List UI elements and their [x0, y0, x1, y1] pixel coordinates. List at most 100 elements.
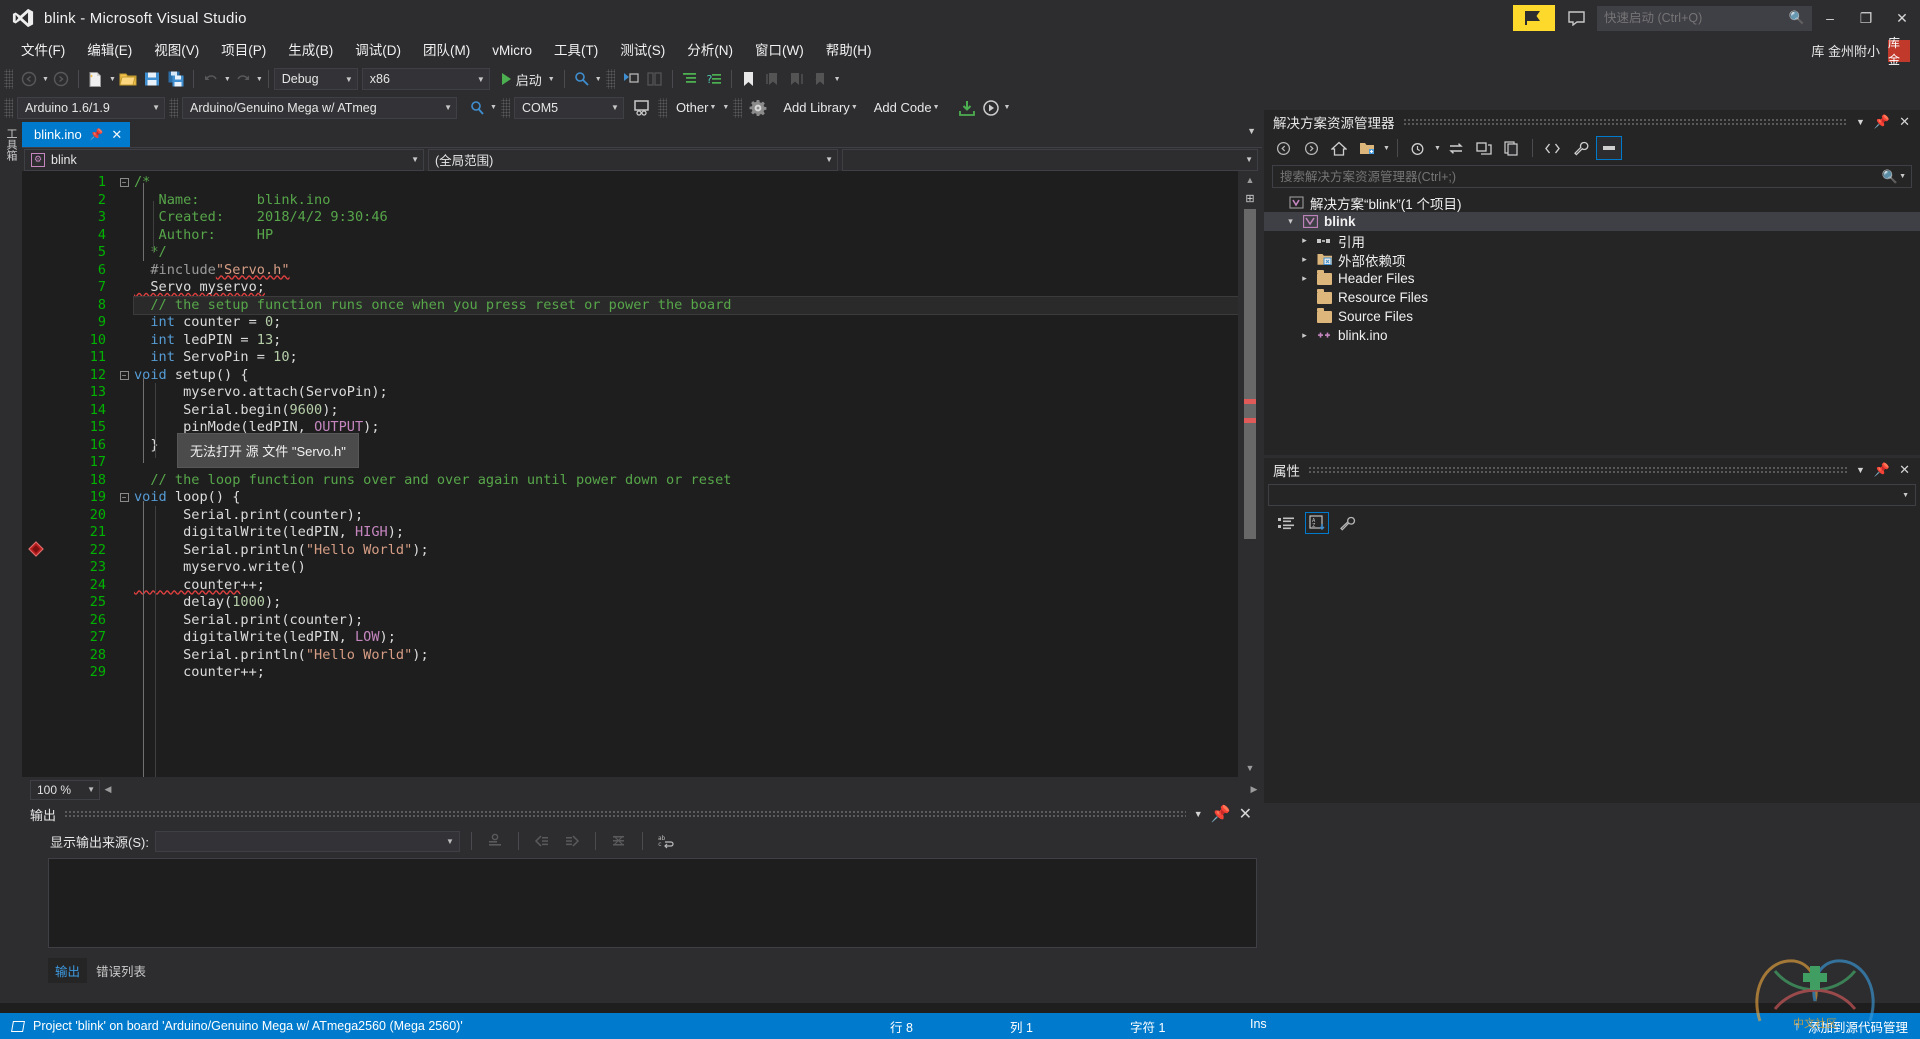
code-editor[interactable]: 1 2 3 4 5 6 7 8 9 10 11 12 13 14 15 16 17 18 19 20 21 22 23 24 2… — [22, 171, 1262, 777]
drag-dots[interactable] — [1402, 118, 1848, 126]
indent-icon[interactable] — [678, 67, 702, 91]
code-line[interactable]: delay(1000); — [134, 594, 1238, 612]
upload-icon[interactable] — [979, 96, 1003, 120]
source-control-publish[interactable]: ↑ 添加到源代码管理 — [1794, 1017, 1908, 1036]
properties-object-combo[interactable]: ▼ — [1268, 484, 1916, 506]
pin-icon[interactable]: 📌 — [1211, 804, 1231, 824]
minimize-button[interactable]: – — [1812, 0, 1848, 36]
property-pages-icon[interactable] — [1336, 512, 1360, 534]
chevron-down-icon[interactable]: ▼ — [1856, 117, 1865, 127]
new-item-icon[interactable] — [84, 67, 108, 91]
solution-explorer-search-input[interactable] — [1280, 169, 1882, 184]
expander-icon[interactable]: ▸ — [1298, 273, 1311, 284]
back-icon[interactable] — [1270, 136, 1296, 160]
save-all-icon[interactable] — [164, 67, 188, 91]
menu-build[interactable]: 生成(B) — [277, 40, 344, 62]
gear-icon[interactable] — [746, 96, 770, 120]
scroll-left-icon[interactable]: ◀ — [100, 782, 116, 798]
code-line[interactable]: Created: 2018/4/2 9:30:46 — [134, 209, 1238, 227]
zoom-combo[interactable]: 100 % ▼ — [30, 779, 100, 800]
code-line[interactable]: counter++; — [134, 577, 1238, 595]
code-line[interactable]: Serial.print(counter); — [134, 612, 1238, 630]
attach-to-process-icon[interactable] — [570, 67, 594, 91]
arduino-version-combo[interactable]: Arduino 1.6/1.9 ▼ — [17, 96, 165, 119]
wrench-icon[interactable] — [1568, 136, 1594, 160]
code-line[interactable]: Servo myservo; — [134, 279, 1238, 297]
magnifier-icon[interactable] — [465, 96, 489, 120]
solution-platform-combo[interactable]: x86 ▼ — [361, 68, 490, 90]
toggle-word-wrap-icon[interactable]: ab c — [654, 829, 678, 853]
toolbar-grip[interactable] — [657, 97, 667, 118]
tab-list-dropdown-icon[interactable]: ▼ — [1247, 126, 1256, 136]
new-folder-icon[interactable] — [1354, 136, 1380, 160]
go-to-previous-icon[interactable] — [530, 829, 554, 853]
menu-project[interactable]: 项目(P) — [210, 40, 277, 62]
navbar-member-combo[interactable]: ▼ — [842, 148, 1258, 171]
pending-changes-icon[interactable] — [1405, 136, 1431, 160]
code-line[interactable]: counter++; — [134, 664, 1238, 682]
chevron-down-icon[interactable]: ▼ — [1856, 465, 1865, 475]
code-line[interactable]: myservo.attach(ServoPin); — [134, 384, 1238, 402]
maximize-button[interactable]: ❐ — [1848, 0, 1884, 36]
expander-icon[interactable]: ▸ — [1298, 330, 1311, 341]
document-tab-blink-ino[interactable]: blink.ino 📌 ✕ — [22, 122, 131, 147]
show-all-files-icon[interactable] — [1499, 136, 1525, 160]
code-line[interactable]: Author: HP — [134, 227, 1238, 245]
menu-file[interactable]: 文件(F) — [10, 40, 76, 62]
split-view-icon[interactable]: ⊞ — [1241, 191, 1259, 205]
expander-icon[interactable]: ▸ — [1298, 254, 1311, 265]
output-tab-error-list[interactable]: 错误列表 — [89, 958, 153, 983]
toolbar-grip[interactable] — [169, 97, 178, 118]
menu-test[interactable]: 测试(S) — [609, 40, 676, 62]
serial-monitor-icon[interactable] — [630, 96, 654, 120]
tree-item-cpp-file[interactable]: ▸ blink.ino — [1264, 326, 1920, 345]
toolbar-overflow-icon[interactable]: ▼ — [834, 76, 841, 83]
tree-item-external-deps[interactable]: ▸ 外部依赖项 — [1264, 250, 1920, 269]
undo-dropdown-icon[interactable]: ▼ — [224, 76, 231, 83]
tree-item-references[interactable]: ▸ 引用 — [1264, 231, 1920, 250]
step-into-icon[interactable] — [619, 67, 643, 91]
pin-icon[interactable]: 📌 — [1874, 462, 1890, 478]
new-item-dropdown-icon[interactable]: ▼ — [109, 76, 116, 83]
collapse-all-icon[interactable] — [1471, 136, 1497, 160]
vmicro-overflow-icon[interactable]: ▼ — [1004, 104, 1011, 111]
tree-item-project[interactable]: ▾ blink — [1264, 212, 1920, 231]
scroll-right-icon[interactable]: ▶ — [1246, 782, 1262, 798]
menu-vmicro[interactable]: vMicro — [481, 40, 543, 62]
find-message-icon[interactable] — [483, 829, 507, 853]
output-source-combo[interactable]: ▼ — [154, 830, 460, 852]
code-line[interactable]: Serial.println("Hello World"); — [134, 542, 1238, 560]
tree-item-folder[interactable]: Resource Files — [1264, 288, 1920, 307]
redo-dropdown-icon[interactable]: ▼ — [256, 76, 263, 83]
start-debug-button[interactable]: 启动 ▼ — [498, 67, 559, 91]
editor-horizontal-scrollbar[interactable] — [118, 781, 1244, 798]
properties-window-icon[interactable] — [1595, 136, 1622, 160]
bookmark-icon[interactable] — [737, 67, 761, 91]
code-line[interactable]: #include"Servo.h" — [134, 262, 1238, 280]
close-icon[interactable]: ✕ — [1239, 804, 1252, 824]
close-icon[interactable]: ✕ — [1899, 462, 1910, 478]
fold-toggle[interactable]: − — [114, 174, 134, 192]
flag-icon[interactable] — [1513, 5, 1555, 31]
drag-dots[interactable] — [1308, 466, 1848, 474]
scroll-down-icon[interactable]: ▼ — [1238, 759, 1262, 777]
code-line[interactable]: int ledPIN = 13; — [134, 332, 1238, 350]
scroll-up-icon[interactable]: ▲ — [1238, 171, 1262, 189]
fold-toggle[interactable]: − — [114, 367, 134, 385]
editor-vertical-scrollbar[interactable]: ▲ ▼ ⊞ — [1238, 171, 1262, 777]
code-line[interactable]: int ServoPin = 10; — [134, 349, 1238, 367]
breakpoint-icon[interactable] — [28, 541, 44, 557]
add-library-button[interactable]: Add Library ▼ — [778, 96, 862, 120]
pin-icon[interactable]: 📌 — [1874, 114, 1890, 130]
code-line[interactable]: digitalWrite(ledPIN, LOW); — [134, 629, 1238, 647]
open-file-icon[interactable] — [116, 67, 140, 91]
chevron-down-icon[interactable]: ▼ — [1194, 809, 1203, 819]
feedback-icon[interactable] — [1561, 5, 1591, 31]
menu-team[interactable]: 团队(M) — [412, 40, 481, 62]
toolbar-grip[interactable] — [605, 69, 615, 89]
previous-bookmark-icon[interactable] — [761, 67, 785, 91]
tree-item-folder[interactable]: Source Files — [1264, 307, 1920, 326]
pin-icon[interactable]: 📌 — [90, 128, 104, 141]
menu-debug[interactable]: 调试(D) — [344, 40, 412, 62]
code-line[interactable]: // the setup function runs once when you… — [133, 295, 1239, 315]
